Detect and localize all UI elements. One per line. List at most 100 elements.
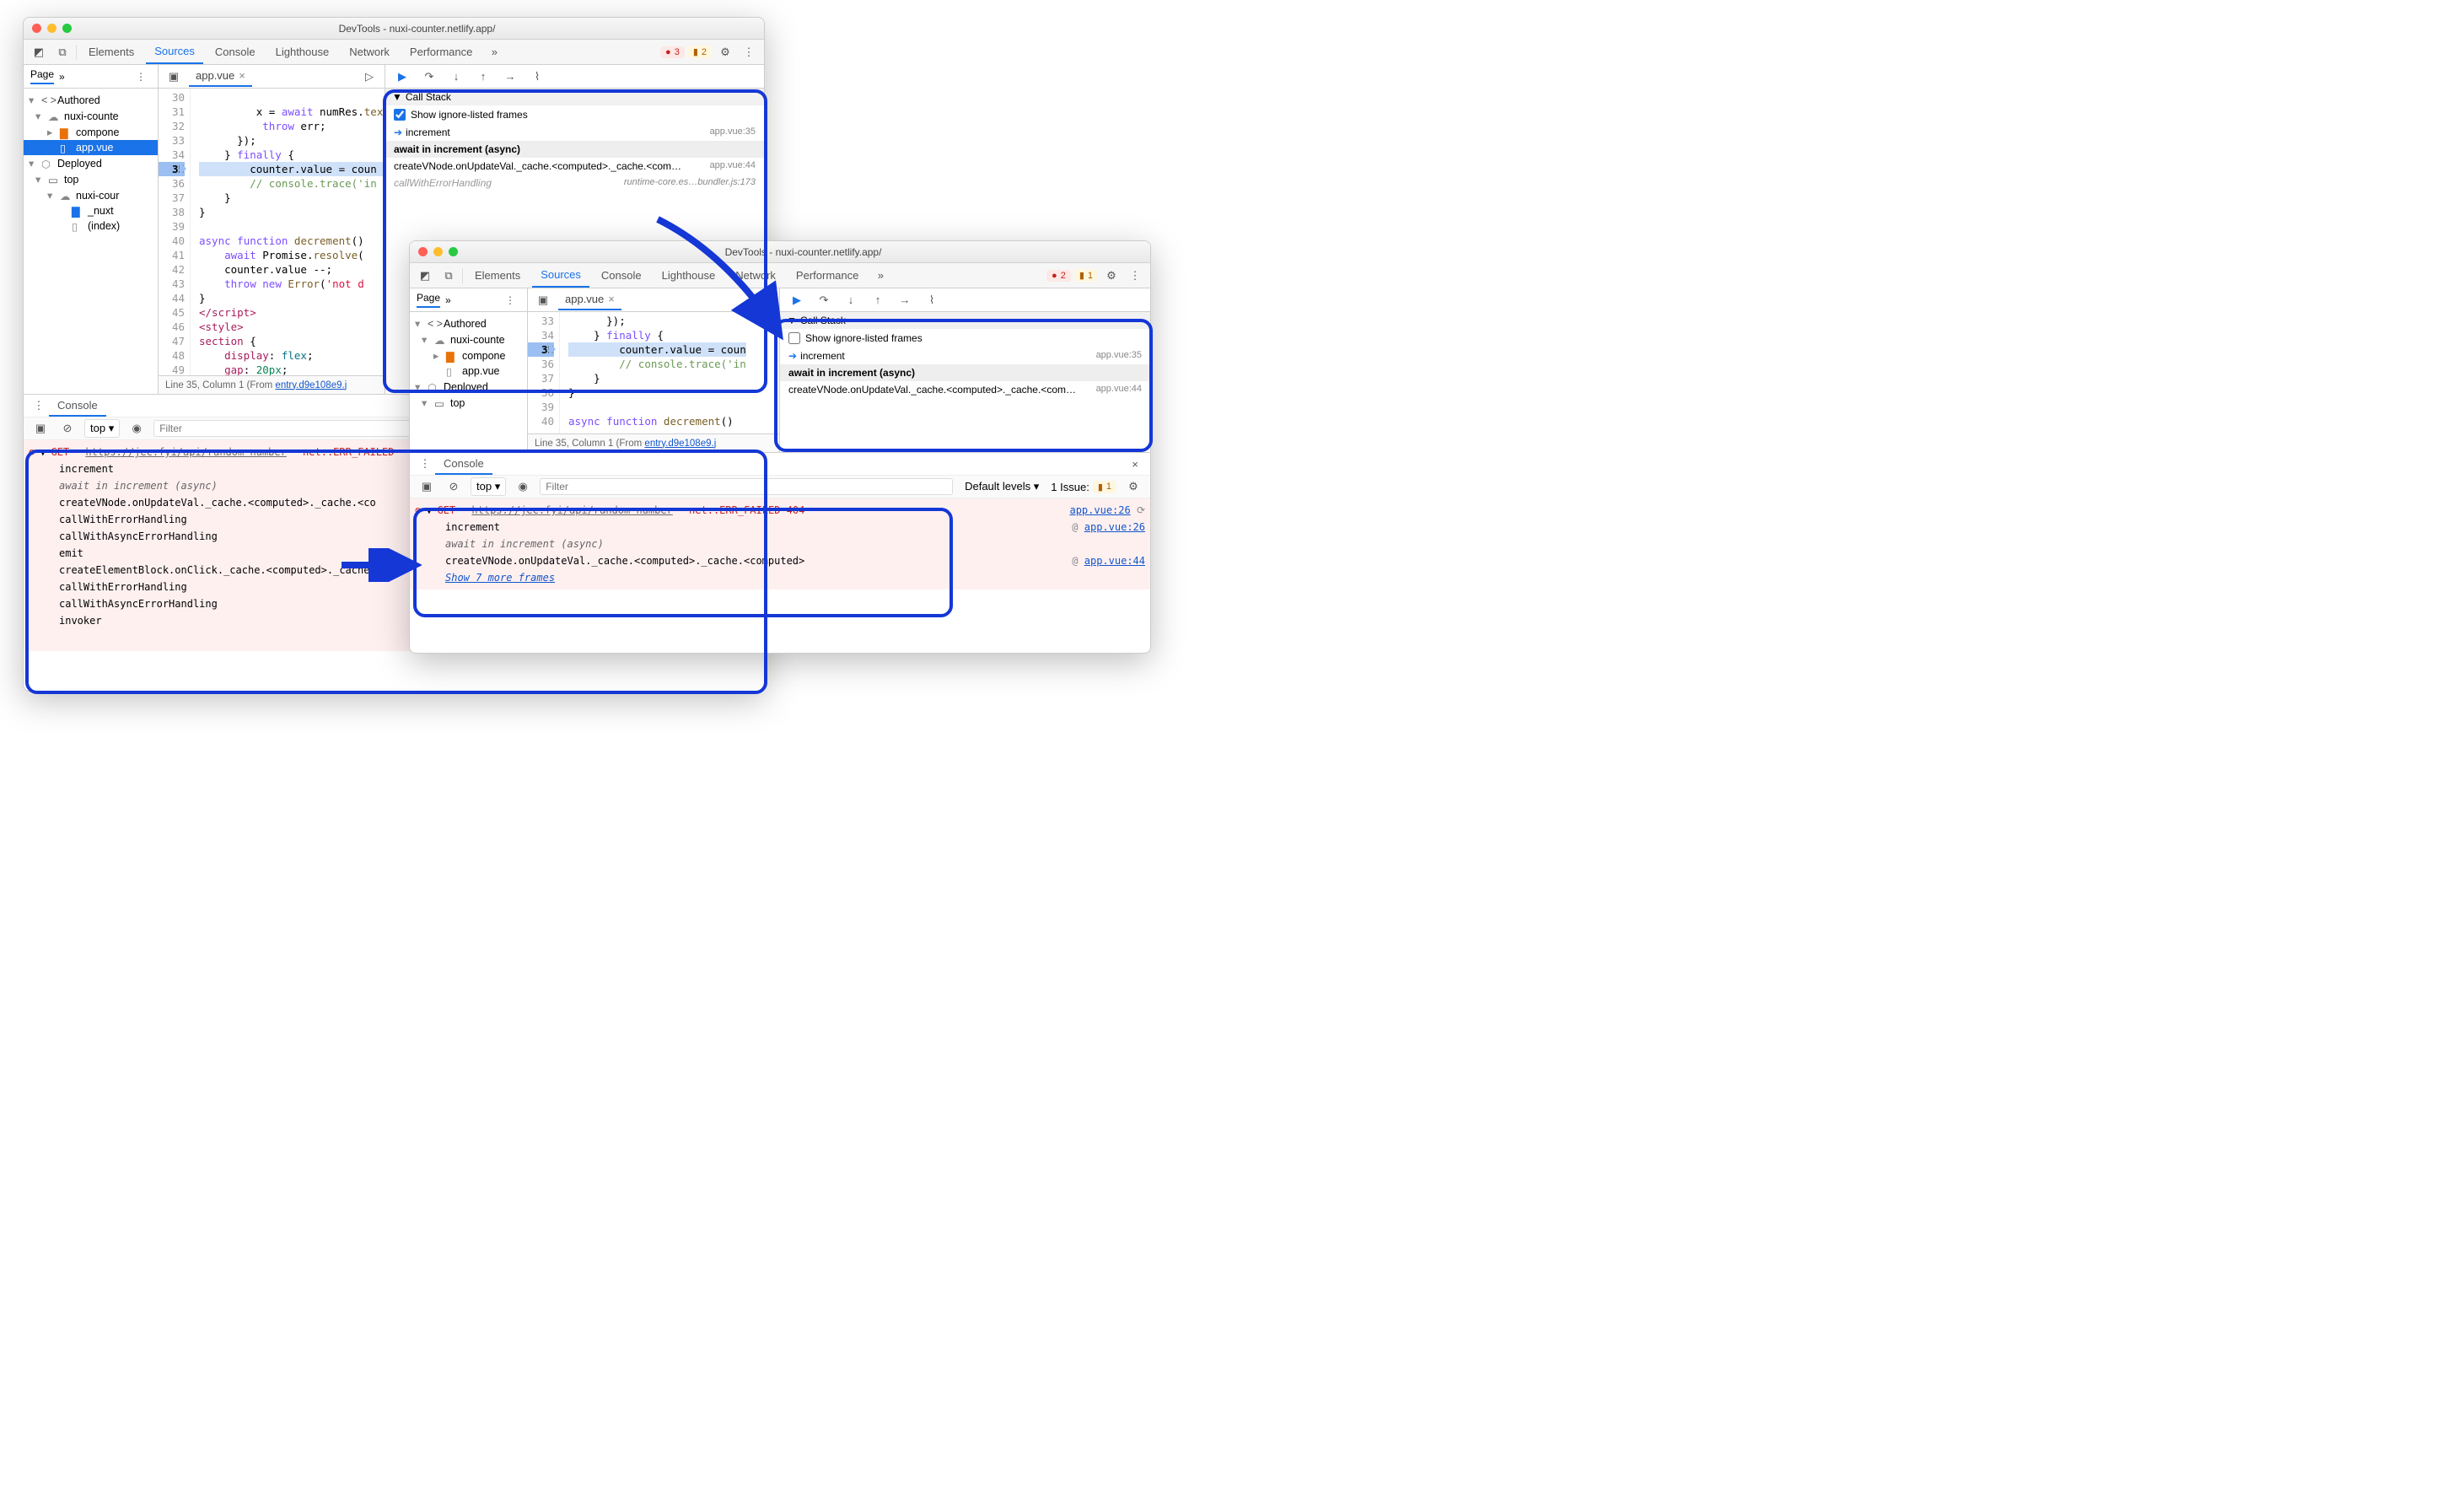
clear-console-icon[interactable]: ⊘ — [57, 418, 78, 439]
inspect-icon[interactable]: ◩ — [29, 42, 49, 62]
drawer-tab-console[interactable]: Console — [435, 454, 492, 475]
settings-icon[interactable]: ⚙ — [1101, 266, 1122, 286]
source-link[interactable]: app.vue:26 — [1069, 504, 1130, 516]
tree-item[interactable]: ▾ ☁nuxi-counte — [24, 108, 158, 124]
page-tab[interactable]: Page — [417, 292, 440, 308]
sidebar-toggle-icon[interactable]: ▣ — [417, 476, 437, 497]
device-icon[interactable]: ⧉ — [52, 42, 73, 62]
tree-item[interactable]: ▾ ▭top — [24, 171, 158, 187]
step-over-icon[interactable]: ↷ — [814, 290, 834, 310]
zoom-icon[interactable] — [62, 24, 72, 33]
expand-icon[interactable]: ▼ — [426, 502, 432, 519]
kebab-icon[interactable]: ⋮ — [29, 396, 49, 416]
tab-console[interactable]: Console — [593, 264, 650, 287]
log-levels[interactable]: Default levels ▾ — [960, 478, 1044, 495]
tab-network[interactable]: Network — [341, 40, 398, 63]
resume-icon[interactable]: ▶ — [787, 290, 807, 310]
deactivate-icon[interactable]: ⌇ — [527, 67, 547, 87]
more-tabs-icon[interactable]: » — [870, 266, 890, 286]
live-expression-icon[interactable]: ◉ — [513, 476, 533, 497]
toggle-sidebar-icon[interactable]: ▣ — [164, 67, 184, 87]
kebab-icon[interactable]: ⋮ — [1125, 266, 1145, 286]
step-out-icon[interactable]: ↑ — [868, 290, 888, 310]
code-editor[interactable]: 3334353637383940 }); } finally { counter… — [528, 312, 779, 433]
kebab-icon[interactable]: ⋮ — [739, 42, 759, 62]
error-url[interactable]: https://jec.fyi/api/random-number — [85, 444, 286, 460]
source-link[interactable]: app.vue:26 — [1084, 521, 1145, 533]
source-link[interactable]: app.vue:44 — [1084, 555, 1145, 567]
stack-frame[interactable]: ➔incrementapp.vue:35 — [780, 347, 1150, 364]
tab-lighthouse[interactable]: Lighthouse — [267, 40, 338, 63]
kebab-icon[interactable]: ⋮ — [500, 290, 520, 310]
step-into-icon[interactable]: ↓ — [446, 67, 466, 87]
minimize-icon[interactable] — [47, 24, 56, 33]
call-stack-header[interactable]: ▼ Call Stack — [385, 89, 764, 105]
more-icon[interactable]: » — [59, 71, 65, 83]
tab-sources[interactable]: Sources — [146, 40, 203, 64]
tree-item[interactable]: ▾ ☁nuxi-counte — [410, 331, 527, 347]
tab-elements[interactable]: Elements — [466, 264, 529, 287]
device-icon[interactable]: ⧉ — [438, 266, 459, 286]
step-out-icon[interactable]: ↑ — [473, 67, 493, 87]
editor-tab-appvue[interactable]: app.vue × — [189, 66, 252, 87]
drawer-tab-console[interactable]: Console — [49, 396, 106, 417]
tab-elements[interactable]: Elements — [80, 40, 143, 63]
close-icon[interactable] — [32, 24, 41, 33]
more-tabs-icon[interactable]: » — [484, 42, 504, 62]
tree-item[interactable]: ▇_nuxt — [24, 203, 158, 218]
tree-item[interactable]: ▸ ▇compone — [410, 347, 527, 363]
resume-icon[interactable]: ▶ — [392, 67, 412, 87]
step-into-icon[interactable]: ↓ — [841, 290, 861, 310]
minimize-icon[interactable] — [433, 247, 443, 256]
tree-item[interactable]: ▾ ⬡Deployed — [24, 155, 158, 171]
warning-counter[interactable]: ▮ 2 — [688, 46, 712, 58]
toggle-sidebar-icon[interactable]: ▣ — [533, 290, 553, 310]
sourcemap-link[interactable]: entry.d9e108e9.j — [275, 380, 347, 390]
error-counter[interactable]: ● 3 — [660, 46, 685, 58]
zoom-icon[interactable] — [449, 247, 458, 256]
close-drawer-icon[interactable]: × — [1125, 454, 1145, 474]
editor-tab-appvue[interactable]: app.vue × — [558, 289, 621, 310]
warning-counter[interactable]: ▮ 1 — [1074, 269, 1098, 282]
console-filter-input[interactable] — [540, 478, 953, 495]
tab-network[interactable]: Network — [727, 264, 784, 287]
code-editor[interactable]: 3031323334353637383940414243444546474849… — [159, 89, 385, 375]
close-tab-icon[interactable]: × — [608, 293, 615, 305]
tab-console[interactable]: Console — [207, 40, 264, 63]
context-selector[interactable]: top ▾ — [84, 419, 120, 438]
tree-item[interactable]: ▾ ▭top — [410, 395, 527, 411]
tree-item[interactable]: ▾ ⬡Deployed — [410, 379, 527, 395]
tree-item[interactable]: ▾ < >Authored — [24, 92, 158, 108]
tree-item[interactable]: ▸ ▇compone — [24, 124, 158, 140]
close-tab-icon[interactable]: × — [239, 69, 245, 82]
step-icon[interactable]: → — [500, 67, 520, 87]
more-icon[interactable]: » — [445, 294, 451, 306]
kebab-icon[interactable]: ⋮ — [131, 67, 151, 87]
expand-icon[interactable]: ▼ — [40, 444, 46, 460]
tab-performance[interactable]: Performance — [788, 264, 867, 287]
stack-frame[interactable]: createVNode.onUpdateVal._cache.<computed… — [780, 381, 1150, 398]
inspect-icon[interactable]: ◩ — [415, 266, 435, 286]
stack-frame[interactable]: callWithErrorHandlingruntime-core.es…bun… — [385, 175, 764, 191]
issues-badge[interactable]: 1 Issue: ▮ 1 — [1051, 481, 1116, 493]
stack-frame[interactable]: await in increment (async) — [385, 141, 764, 158]
call-stack-header[interactable]: ▼ Call Stack — [780, 312, 1150, 329]
tree-item[interactable]: ▯app.vue — [24, 140, 158, 155]
tab-lighthouse[interactable]: Lighthouse — [654, 264, 724, 287]
stack-frame[interactable]: ➔incrementapp.vue:35 — [385, 124, 764, 141]
run-snippet-icon[interactable]: ▷ — [359, 67, 379, 87]
tree-item[interactable]: ▾ ☁nuxi-cour — [24, 187, 158, 203]
show-ignored-checkbox[interactable]: Show ignore-listed frames — [385, 105, 764, 124]
live-expression-icon[interactable]: ◉ — [126, 418, 147, 439]
tab-sources[interactable]: Sources — [532, 263, 589, 288]
show-more-frames[interactable]: Show 7 more frames — [445, 572, 555, 584]
clear-console-icon[interactable]: ⊘ — [444, 476, 464, 497]
settings-icon[interactable]: ⚙ — [1123, 476, 1143, 497]
sidebar-toggle-icon[interactable]: ▣ — [30, 418, 51, 439]
console-prompt[interactable]: › — [410, 590, 1150, 613]
sourcemap-link[interactable]: entry.d9e108e9.j — [644, 439, 716, 449]
tree-item[interactable]: ▯app.vue — [410, 363, 527, 379]
step-icon[interactable]: → — [895, 290, 915, 310]
deactivate-icon[interactable]: ⌇ — [922, 290, 942, 310]
stack-frame[interactable]: await in increment (async) — [780, 364, 1150, 381]
